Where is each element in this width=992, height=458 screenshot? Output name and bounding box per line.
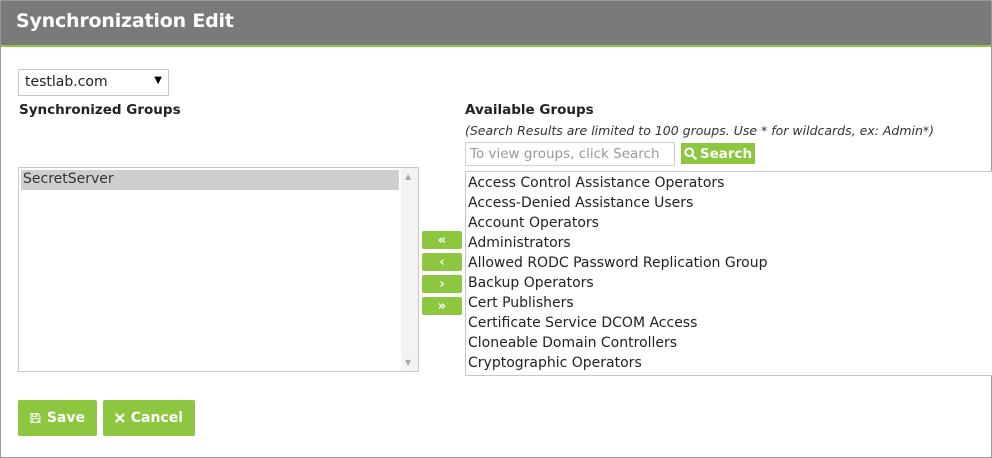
add-all-groups-button[interactable]: « xyxy=(422,231,462,249)
list-item[interactable]: Access-Denied Assistance Users xyxy=(468,195,693,211)
vertical-scrollbar[interactable]: ▲ ▼ xyxy=(401,168,418,371)
synchronized-groups-label: Synchronized Groups xyxy=(19,102,181,118)
save-button-label: Save xyxy=(46,410,85,426)
add-group-button[interactable]: ‹ xyxy=(422,253,462,271)
list-item[interactable]: Administrators xyxy=(468,235,571,251)
page-title: Synchronization Edit xyxy=(16,10,234,32)
domain-select[interactable]: testlab.com ▼ xyxy=(18,69,169,96)
list-item[interactable]: Cert Publishers xyxy=(468,295,574,311)
list-item[interactable]: Allowed RODC Password Replication Group xyxy=(468,255,767,271)
dialog-frame: Synchronization Edit testlab.com ▼ Synch… xyxy=(0,0,992,458)
available-groups-list[interactable]: Access Control Assistance Operators Acce… xyxy=(465,171,992,376)
scroll-down-icon[interactable]: ▼ xyxy=(405,358,411,367)
list-item[interactable]: Cloneable Domain Controllers xyxy=(468,335,677,351)
list-item[interactable]: Cryptographic Operators xyxy=(468,355,642,371)
domain-select-value: testlab.com xyxy=(25,74,108,90)
search-icon xyxy=(684,147,697,160)
list-item[interactable]: SecretServer xyxy=(21,170,399,190)
search-button-label: Search xyxy=(699,145,753,162)
dropdown-caret-icon: ▼ xyxy=(154,75,162,86)
scroll-up-icon[interactable]: ▲ xyxy=(405,172,411,181)
search-hint: (Search Results are limited to 100 group… xyxy=(465,123,935,138)
dialog-header: Synchronization Edit xyxy=(1,1,991,47)
remove-all-groups-button[interactable]: » xyxy=(422,297,462,315)
list-item[interactable]: Backup Operators xyxy=(468,275,594,291)
cancel-button[interactable]: Cancel xyxy=(103,400,195,436)
synchronized-groups-list[interactable]: SecretServer ▲ ▼ xyxy=(18,167,419,372)
search-button[interactable]: Search xyxy=(681,143,755,164)
remove-group-button[interactable]: › xyxy=(422,275,462,293)
list-item[interactable]: Account Operators xyxy=(468,215,599,231)
list-item[interactable]: Access Control Assistance Operators xyxy=(468,175,724,191)
cancel-button-label: Cancel xyxy=(130,410,183,426)
available-groups-label: Available Groups xyxy=(465,102,594,118)
list-item[interactable]: Certificate Service DCOM Access xyxy=(468,315,697,331)
group-search-input[interactable] xyxy=(465,142,675,166)
close-icon xyxy=(115,413,125,423)
floppy-disk-icon xyxy=(30,413,41,423)
save-button[interactable]: Save xyxy=(18,400,97,436)
